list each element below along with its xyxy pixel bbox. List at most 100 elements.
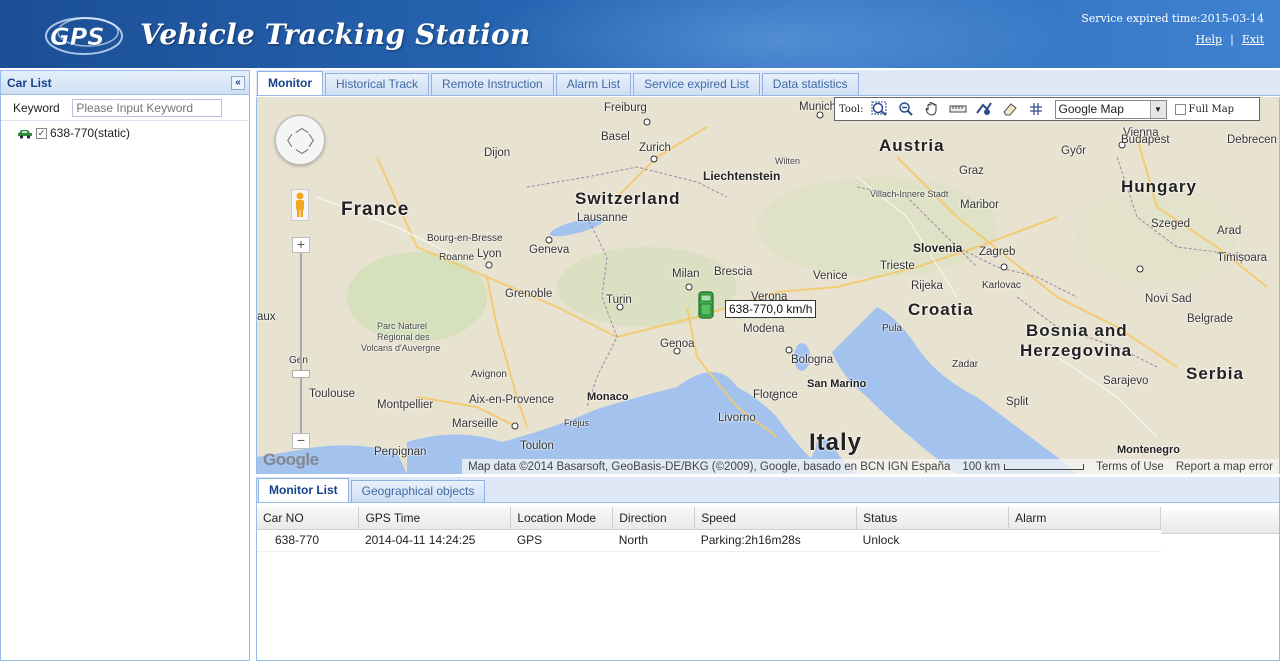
tab-monitor-list[interactable]: Monitor List [258, 478, 349, 502]
column-header-speed[interactable]: Speed [694, 507, 858, 530]
zoom-handle[interactable] [292, 370, 310, 378]
report-map-error-link[interactable]: Report a map error [1176, 461, 1273, 473]
map-label-belgrade: Belgrade [1187, 313, 1234, 325]
tab-alarm-list[interactable]: Alarm List [555, 73, 632, 95]
map-label-timisoara: Timișoara [1217, 252, 1268, 264]
link-separator: | [1230, 33, 1234, 46]
car-list-header: Car List « [1, 71, 249, 95]
monitor-table: Car NO GPS Time Location Mode Direction … [257, 507, 1161, 552]
help-link[interactable]: Help [1195, 33, 1222, 46]
column-header-status[interactable]: Status [856, 507, 1010, 530]
column-header-direction[interactable]: Direction [612, 507, 696, 530]
tab-data-statistics[interactable]: Data statistics [761, 73, 859, 95]
app-header: GPS Vehicle Tracking Station Service exp… [0, 0, 1280, 68]
map-label-hungary: Hungary [1121, 177, 1197, 196]
map-label-livorno: Livorno [718, 412, 756, 424]
service-expired-text: Service expired time:2015-03-14 [1081, 12, 1264, 25]
tab-geographical-objects[interactable]: Geographical objects [350, 480, 486, 502]
cell-status: Unlock [856, 529, 1009, 552]
car-list-item[interactable]: ✓ 638-770(static) [1, 121, 249, 141]
car-list-panel: Car List « Keyword ✓ 638-770(static) [0, 70, 250, 661]
map-label-bosnia-line2: Herzegovina [1020, 341, 1133, 360]
map-type-value: Google Map [1058, 102, 1124, 116]
map-label-zagreb: Zagreb [979, 246, 1016, 258]
zoom-in-button[interactable]: + [292, 237, 310, 253]
map-label-florence: Florence [753, 389, 798, 401]
chevron-down-icon[interactable]: ▼ [1149, 100, 1166, 118]
map-label-montenegro: Montenegro [1117, 444, 1180, 456]
eraser-icon[interactable] [997, 99, 1023, 119]
exit-link[interactable]: Exit [1242, 33, 1264, 46]
tab-service-expired-list[interactable]: Service expired List [633, 73, 760, 95]
map-label-turin: Turin [606, 294, 632, 306]
monitor-list-panel: Monitor List Geographical objects Car NO… [256, 477, 1280, 661]
map-label-split: Split [1006, 396, 1029, 408]
grid-icon[interactable] [1023, 99, 1049, 119]
tab-historical-track[interactable]: Historical Track [325, 73, 430, 95]
map-label-serbia: Serbia [1186, 364, 1244, 383]
vehicle-label: 638-770,0 km/h [725, 300, 817, 318]
map-view[interactable]: France Switzerland Austria Hungary Croat… [256, 97, 1280, 474]
column-header-location-mode[interactable]: Location Mode [510, 507, 614, 530]
map-type-select[interactable]: Google Map ▼ [1054, 99, 1167, 119]
column-header-car-no[interactable]: Car NO [257, 507, 360, 530]
map-label-brescia: Brescia [714, 266, 753, 278]
map-label-marseille: Marseille [452, 418, 499, 430]
logo-text: GPS [50, 23, 105, 51]
pan-right-icon[interactable]: 〉 [308, 131, 322, 151]
pan-hand-icon[interactable] [919, 99, 945, 119]
map-label-zurich: Zurich [639, 142, 671, 154]
table-header-row: Car NO GPS Time Location Mode Direction … [257, 507, 1161, 530]
street-view-pegman[interactable] [291, 189, 309, 221]
ruler-icon[interactable] [945, 99, 971, 119]
zoom-slider[interactable]: + − [292, 237, 310, 452]
map-label-basel: Basel [601, 131, 630, 143]
map-label-geneva: Geneva [529, 244, 570, 256]
main-area: Monitor Historical Track Remote Instruct… [256, 70, 1280, 661]
collapse-panel-button[interactable]: « [231, 76, 245, 90]
map-label-gyor: Győr [1061, 145, 1086, 157]
car-checkbox[interactable]: ✓ [36, 127, 47, 139]
column-header-alarm[interactable]: Alarm [1008, 507, 1161, 530]
map-label-milan: Milan [672, 268, 700, 280]
pan-down-icon[interactable]: ﹀ [295, 146, 309, 166]
map-label-liechtenstein: Liechtenstein [703, 169, 781, 183]
table-row[interactable]: 638-770 2014-04-11 14:24:25 GPS North Pa… [257, 529, 1161, 552]
pan-up-icon[interactable]: ︿ [295, 117, 309, 137]
keyword-input[interactable] [72, 99, 223, 117]
map-label-avignon: Avignon [471, 369, 507, 380]
terms-of-use-link[interactable]: Terms of Use [1096, 461, 1164, 473]
map-label-modena: Modena [743, 323, 785, 335]
column-header-gps-time[interactable]: GPS Time [358, 507, 512, 530]
tab-remote-instruction[interactable]: Remote Instruction [431, 73, 554, 95]
map-scale: 100 km [962, 461, 1085, 473]
pan-left-icon[interactable]: 〈 [279, 131, 293, 151]
map-label-monaco: Monaco [587, 391, 629, 403]
tab-monitor[interactable]: Monitor [257, 71, 323, 95]
measure-area-icon[interactable] [971, 99, 997, 119]
cell-car-no: 638-770 [257, 529, 359, 552]
map-label-roanne: Roanne [439, 252, 475, 263]
zoom-in-area-icon[interactable] [867, 99, 893, 119]
map-label-perpignan: Perpignan [374, 446, 427, 458]
grid-header-filler [1161, 511, 1279, 534]
header-links: Help | Exit [1195, 33, 1264, 46]
vehicle-marker-icon[interactable] [697, 290, 715, 320]
pan-control[interactable]: ︿ ﹀ 〈 〉 [275, 115, 325, 165]
zoom-out-icon[interactable] [893, 99, 919, 119]
map-label-parc2: Régional des [377, 332, 430, 342]
map-label-szeged: Szeged [1151, 218, 1191, 230]
keyword-row: Keyword [1, 95, 249, 121]
full-map-toggle[interactable]: Full Map [1174, 103, 1234, 115]
map-label-france: France [341, 199, 410, 220]
bottom-tabs: Monitor List Geographical objects [257, 477, 1279, 503]
cell-gps-time: 2014-04-11 14:24:25 [358, 529, 511, 552]
car-list-title: Car List [7, 76, 52, 90]
zoom-out-button[interactable]: − [292, 433, 310, 449]
map-base [257, 97, 1279, 474]
full-map-checkbox[interactable] [1174, 103, 1186, 115]
map-label-debrecen: Debrecen [1227, 134, 1277, 146]
map-label-bourg: Bourg-en-Bresse [427, 233, 503, 244]
map-label-bosnia-line1: Bosnia and [1026, 321, 1128, 340]
map-label-trieste: Trieste [880, 260, 915, 272]
